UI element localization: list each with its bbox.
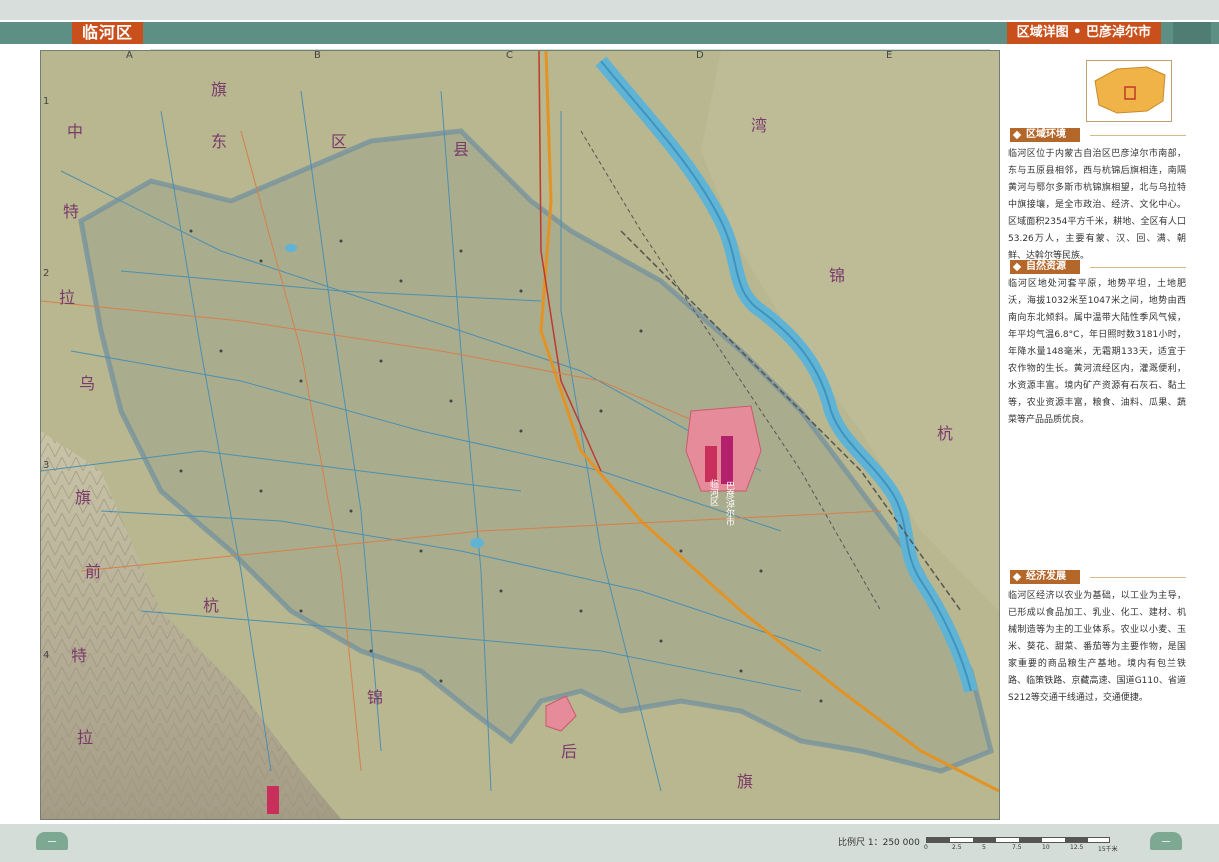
label-right-2: 锦 xyxy=(829,266,845,285)
label-bottom-3: 旗 xyxy=(737,772,753,791)
heading-divider xyxy=(1090,135,1186,136)
bottom-band xyxy=(0,824,1219,862)
city-marker xyxy=(721,436,733,484)
label-right-1: 杭 xyxy=(937,424,953,443)
heading-divider xyxy=(1090,267,1186,268)
label-east-1: 东 xyxy=(211,132,227,151)
town-marker xyxy=(267,786,279,814)
scale-tick: 15千米 xyxy=(1098,846,1118,853)
label-left-7: 杭 xyxy=(203,596,219,615)
label-bottom-1: 锦 xyxy=(367,688,383,707)
grid-letter: E xyxy=(886,50,893,61)
district-title: 临河区 xyxy=(72,22,144,44)
environment-text: 临河区位于内蒙古自治区巴彦淖尔市南部，东与五原县相邻，西与杭锦后旗相连，南隔黄河… xyxy=(1008,149,1186,261)
scale-label: 比例尺 1：250 000 xyxy=(838,838,920,848)
grid-number: 1 xyxy=(43,96,50,107)
heading-resources: 自然资源 xyxy=(1010,260,1080,274)
pond xyxy=(285,244,297,252)
heading-environment: 区域环境 xyxy=(1010,128,1080,142)
top-band xyxy=(0,0,1219,20)
label-region: 旗 xyxy=(211,80,227,99)
pond xyxy=(470,538,484,548)
scale-tick: 5 xyxy=(982,844,986,851)
grid-letter: C xyxy=(506,50,513,61)
economy-text: 临河区经济以农业为基础，以工业为主导，已形成以食品加工、乳业、化工、建材、机械制… xyxy=(1008,591,1186,703)
locator-inset xyxy=(1086,60,1172,122)
map-frame: 旗 东 区 县 湾 中 特 拉 乌 旗 前 杭 特 拉 杭 锦 锦 后 旗 巴彦… xyxy=(40,50,1000,820)
city-label: 巴彦淖尔市 xyxy=(724,481,735,527)
scale-bar xyxy=(926,837,1110,843)
grid-letter: D xyxy=(696,50,704,61)
heading-divider xyxy=(1090,577,1186,578)
label-left-1: 中 xyxy=(67,122,83,141)
scale-tick: 0 xyxy=(924,844,928,851)
heading-economy: 经济发展 xyxy=(1010,570,1080,584)
grid-letter: B xyxy=(314,50,321,61)
label-east-2: 区 xyxy=(331,132,347,151)
label-left-8: 特 xyxy=(71,646,87,665)
label-left-6: 前 xyxy=(85,562,101,581)
label-bottom-2: 后 xyxy=(561,742,577,761)
scale-tick: 10 xyxy=(1042,844,1050,851)
grid-number: 2 xyxy=(43,268,50,279)
scale-tick: 7.5 xyxy=(1012,844,1022,851)
label-left-5: 旗 xyxy=(75,488,91,507)
grid-number: 4 xyxy=(43,650,50,661)
grid-letter: A xyxy=(126,50,133,61)
scale-tick: 12.5 xyxy=(1070,844,1084,851)
label-left-9: 拉 xyxy=(77,728,93,747)
label-bay: 湾 xyxy=(751,116,767,135)
section-title: 区域详图 • 巴彦淖尔市 xyxy=(1006,22,1161,44)
label-left-4: 乌 xyxy=(79,374,95,393)
resources-text: 临河区地处河套平原，地势平坦，土地肥沃，海拔1032米至1047米之间，地势由西… xyxy=(1008,279,1186,425)
label-county: 县 xyxy=(453,140,469,159)
grid-number: 3 xyxy=(43,460,50,471)
page-number-left: 一 xyxy=(36,832,68,850)
corner-ornament xyxy=(1173,22,1211,44)
map-canvas: 旗 东 区 县 湾 中 特 拉 乌 旗 前 杭 特 拉 杭 锦 锦 后 旗 巴彦… xyxy=(41,51,999,819)
label-left-2: 特 xyxy=(63,202,79,221)
label-left-3: 拉 xyxy=(59,288,75,307)
scale-tick: 2.5 xyxy=(952,844,962,851)
city-marker xyxy=(705,446,717,482)
city-sub-label: 临河区 xyxy=(708,478,719,506)
locator-map xyxy=(1094,66,1166,114)
page-number-right: 一 xyxy=(1150,832,1182,850)
